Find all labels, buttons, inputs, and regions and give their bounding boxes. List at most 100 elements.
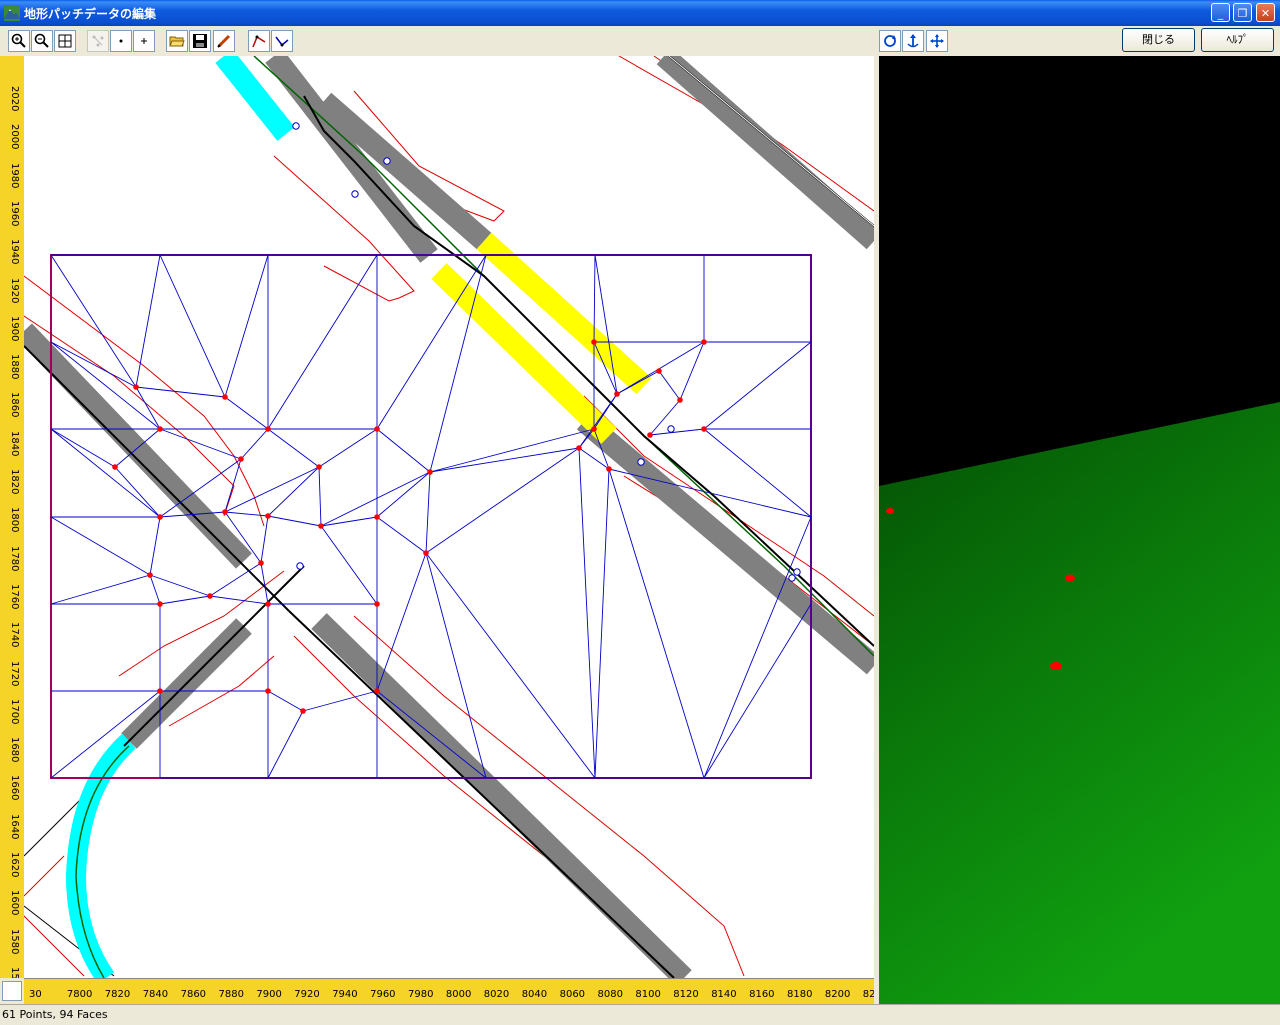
select-points-button[interactable] [87, 30, 109, 52]
ruler-y-tick: 2020 [9, 86, 20, 112]
vertex-point[interactable] [147, 572, 153, 578]
mesh-edge [50, 428, 116, 468]
vertex-point[interactable] [265, 688, 271, 694]
vertex-point[interactable] [576, 445, 582, 451]
vertex-point[interactable] [207, 593, 213, 599]
control-point[interactable] [667, 425, 675, 433]
control-point[interactable] [788, 574, 796, 582]
point-button[interactable] [110, 30, 132, 52]
mesh-edge [608, 468, 812, 518]
ruler-y-tick: 1880 [9, 354, 20, 380]
ruler-y-tick: 1920 [9, 277, 20, 303]
vertex-point[interactable] [701, 426, 707, 432]
vertex-point[interactable] [112, 464, 118, 470]
vertex-point[interactable] [677, 397, 683, 403]
status-text: 61 Points, 94 Faces [2, 1008, 108, 1021]
mesh-edge [267, 466, 320, 517]
vertex-point[interactable] [157, 688, 163, 694]
vertex-point[interactable] [157, 426, 163, 432]
vertex-point[interactable] [265, 513, 271, 519]
save-button[interactable] [189, 30, 211, 52]
vertex-point[interactable] [591, 339, 597, 345]
vertex-point[interactable] [157, 514, 163, 520]
vertex-point[interactable] [318, 523, 324, 529]
vertex-point[interactable] [647, 432, 653, 438]
road-centerline-highlights [668, 56, 874, 227]
vertex-point[interactable] [427, 469, 433, 475]
control-point[interactable] [296, 562, 304, 570]
vertex-point[interactable] [374, 514, 380, 520]
vertex-point[interactable] [316, 464, 322, 470]
control-point[interactable] [383, 157, 391, 165]
vertex-point[interactable] [374, 601, 380, 607]
open-button[interactable] [166, 30, 188, 52]
close-window-button[interactable]: ✕ [1256, 3, 1275, 22]
polyline-left-button[interactable] [248, 30, 270, 52]
fit-view-button[interactable] [54, 30, 76, 52]
plan-view-canvas[interactable] [24, 56, 874, 978]
rotate-view-icon [884, 35, 896, 47]
vertex-point[interactable] [614, 391, 620, 397]
mesh-edge [679, 341, 705, 401]
ruler-x-tick: 7800 [66, 989, 93, 1000]
zoom-out-button[interactable] [31, 30, 53, 52]
ruler-x-tick: 7880 [218, 989, 244, 1000]
vertex-point[interactable] [238, 456, 244, 462]
vertex-point[interactable] [374, 688, 380, 694]
mesh-edge [224, 254, 269, 398]
control-point[interactable] [637, 458, 645, 466]
vertex-point[interactable] [265, 601, 271, 607]
mesh-edge [135, 386, 161, 430]
ruler-x-tick: 8160 [749, 989, 775, 1000]
close-button[interactable]: 閉じる [1122, 28, 1195, 52]
ruler-y-tick: 1600 [9, 890, 20, 916]
fit-view-icon [58, 34, 72, 48]
polyline-right-icon [275, 36, 289, 47]
tilt-view-button[interactable] [902, 30, 924, 52]
ruler-y-tick: 1860 [9, 392, 20, 418]
mesh-edge [209, 595, 269, 605]
vertex-point[interactable] [157, 601, 163, 607]
vertex-point[interactable] [591, 426, 597, 432]
mesh-edge [159, 595, 211, 605]
vertex-point[interactable] [701, 339, 707, 345]
control-point[interactable] [351, 190, 359, 198]
polyline-right-button[interactable] [271, 30, 293, 52]
control-point[interactable] [793, 568, 801, 576]
vertex-point[interactable] [133, 384, 139, 390]
yellow-highlight [476, 232, 652, 395]
horizontal-ruler: 30 7800 7820 7840 7860 7880 7900 7920 7940 7960 79… [24, 978, 876, 1005]
zoom-in-button[interactable] [8, 30, 30, 52]
add-point-button[interactable] [133, 30, 155, 52]
vertex-point[interactable] [258, 560, 264, 566]
pan-view-button[interactable] [926, 30, 948, 52]
vertex-point[interactable] [222, 509, 228, 515]
vertex-point[interactable] [265, 426, 271, 432]
terrain-plan-svg[interactable] [24, 56, 874, 978]
mesh-edge [267, 428, 320, 468]
edit-button[interactable] [213, 30, 235, 52]
minimize-button[interactable]: _ [1211, 3, 1230, 22]
help-button[interactable]: ﾍﾙﾌﾟ [1201, 28, 1274, 52]
vertex-point[interactable] [300, 708, 306, 714]
terrain-3d-view[interactable] [879, 56, 1280, 1004]
mesh-edge [376, 516, 427, 554]
mesh-edge [135, 254, 161, 388]
mesh-edge [658, 370, 681, 401]
vertex-point[interactable] [656, 368, 662, 374]
status-bar: 61 Points, 94 Faces [0, 1004, 1280, 1025]
vertex-point[interactable] [423, 550, 429, 556]
mesh-edge [267, 690, 304, 712]
mesh-edge [224, 396, 269, 430]
vertex-point[interactable] [606, 466, 612, 472]
terrain-3d-svg[interactable] [879, 56, 1280, 1004]
vertex-point[interactable] [374, 426, 380, 432]
pan-view-icon [930, 34, 944, 48]
rotate-view-button[interactable] [879, 30, 901, 52]
mesh-edge [302, 690, 378, 712]
maximize-button[interactable]: ❐ [1233, 3, 1252, 22]
control-point[interactable] [292, 122, 300, 130]
zoom-out-icon [34, 33, 49, 48]
ruler-y-tick: 1720 [9, 660, 20, 686]
vertex-point[interactable] [222, 394, 228, 400]
